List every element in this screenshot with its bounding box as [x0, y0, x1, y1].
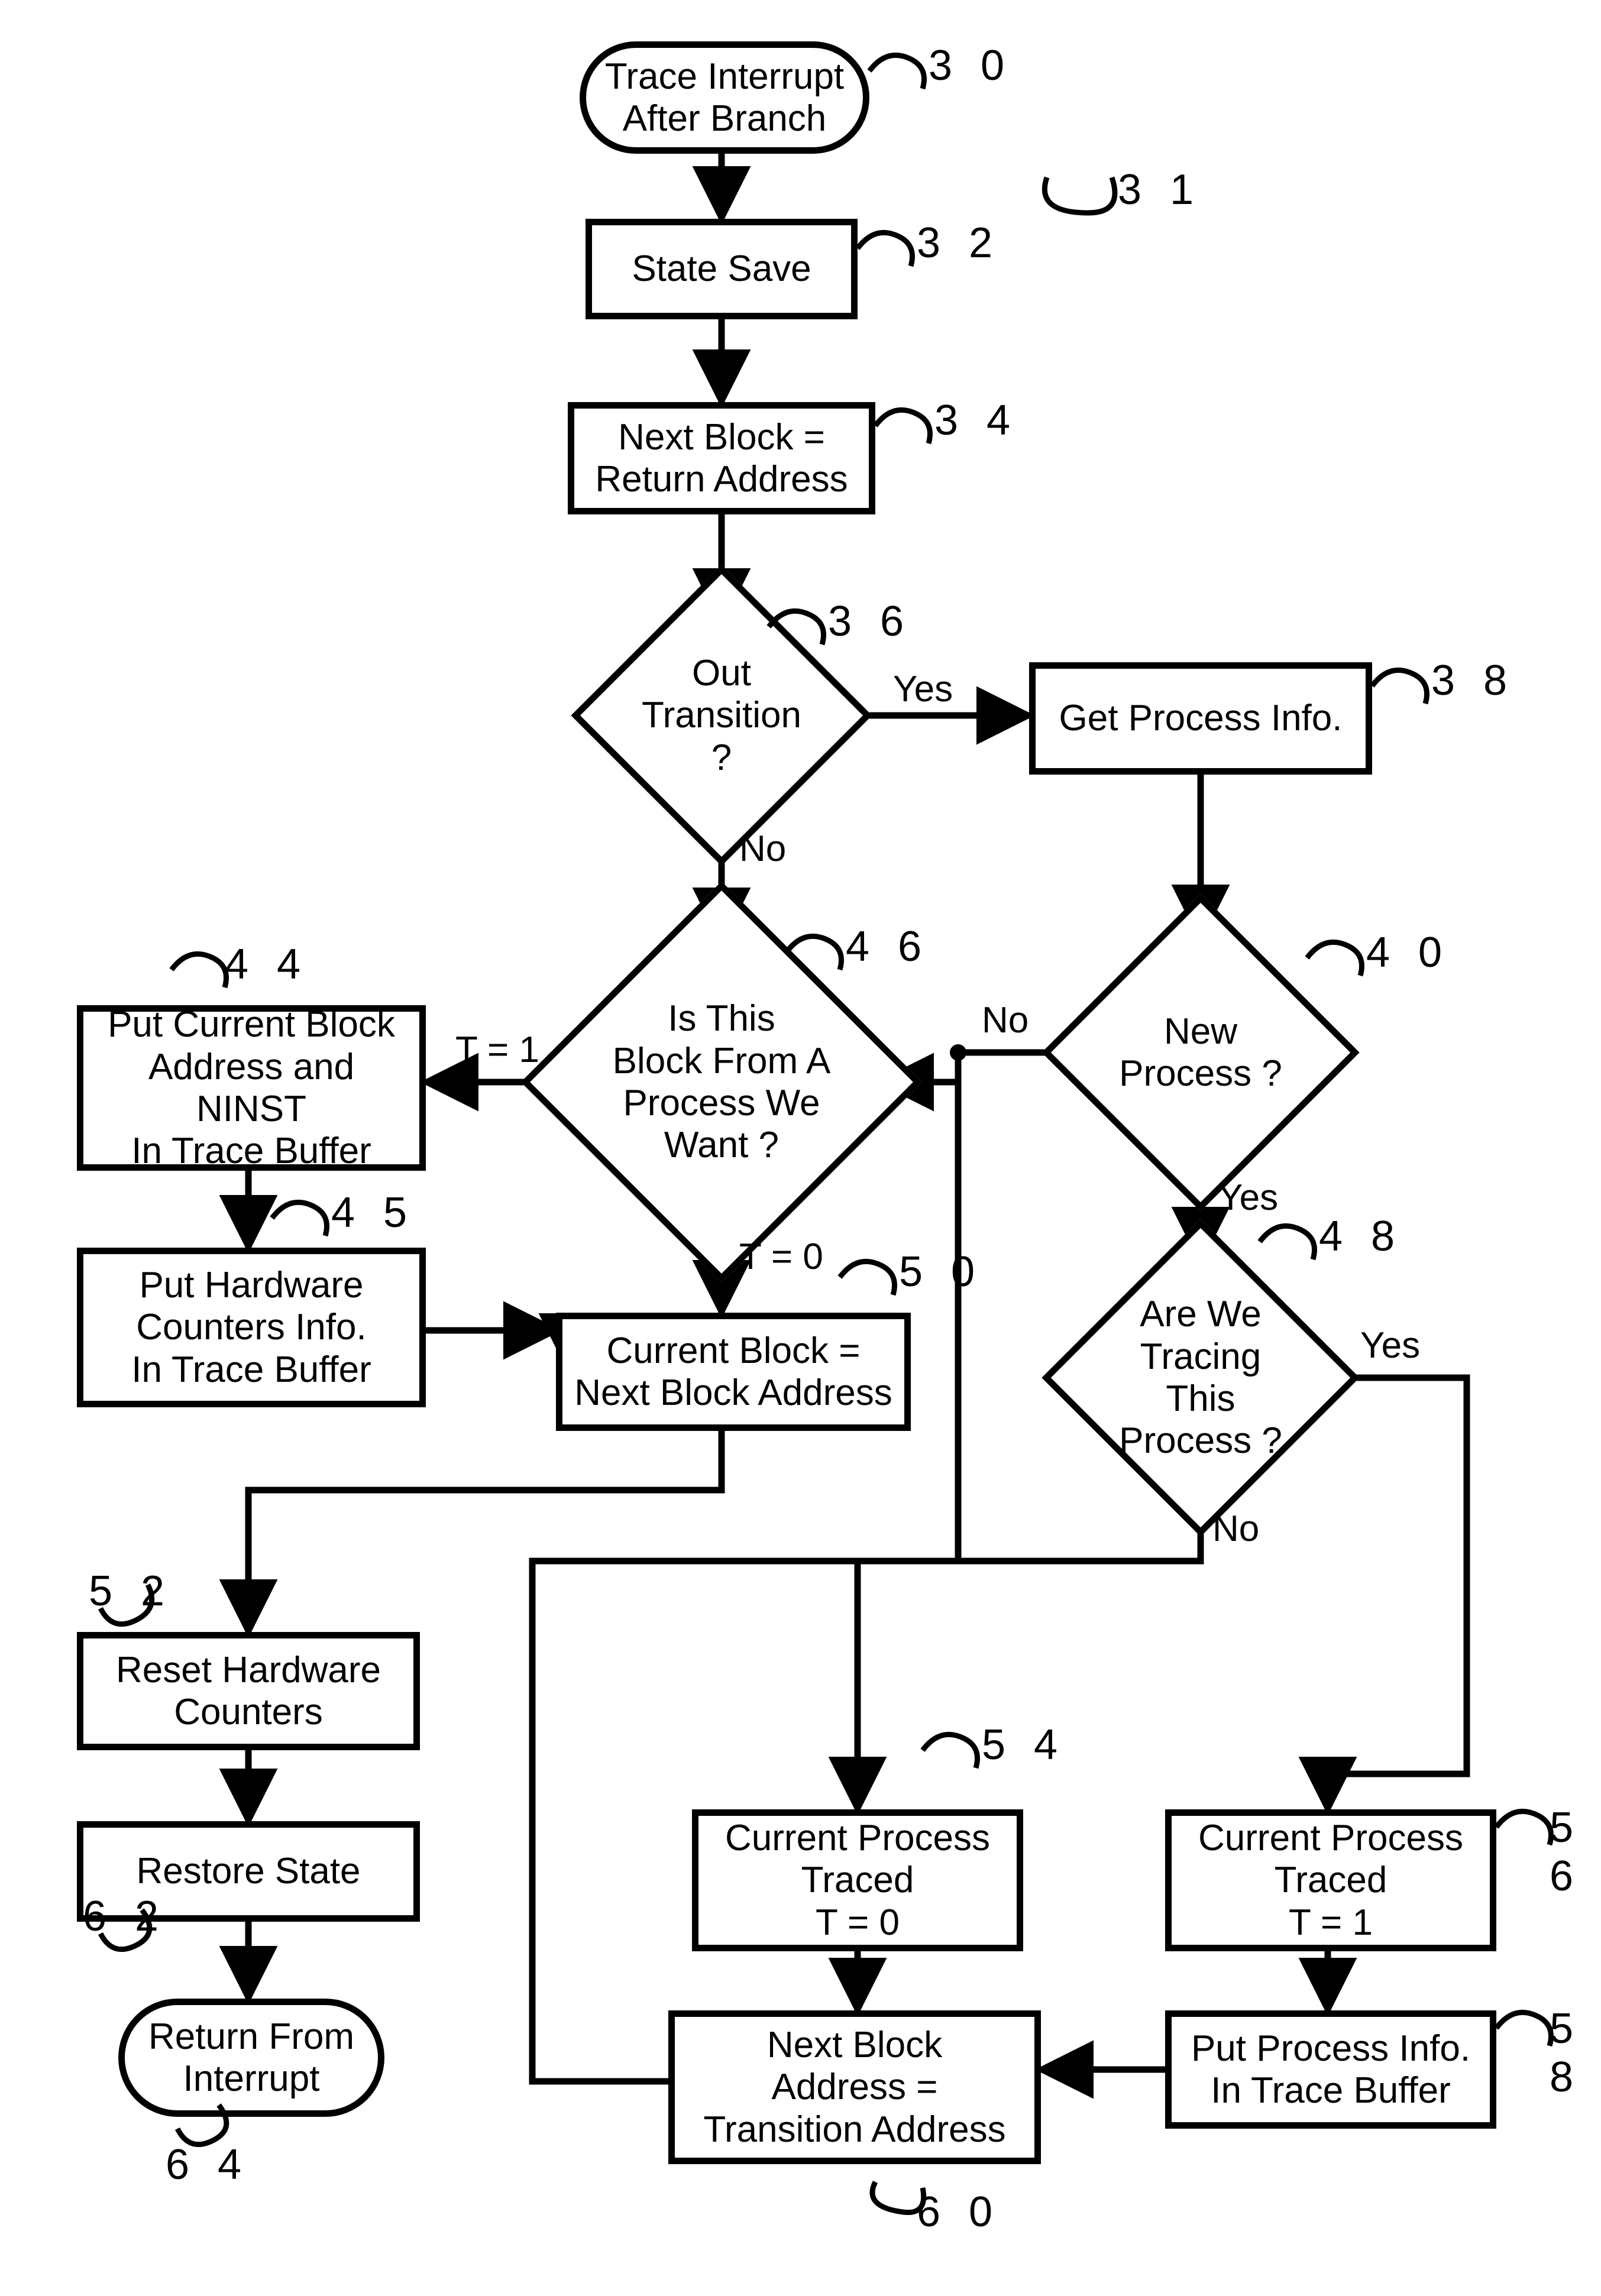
ref-40: 4 0 — [1366, 928, 1450, 977]
ref-31: 3 1 — [1118, 166, 1202, 214]
ref-44: 4 4 — [225, 940, 309, 989]
ref-62: 6 2 — [83, 1892, 167, 1941]
ref-48: 4 8 — [1319, 1212, 1403, 1261]
ref-64: 6 4 — [166, 2140, 250, 2189]
ref-50: 5 0 — [899, 1248, 983, 1296]
ref-36: 3 6 — [828, 597, 912, 646]
ref-32: 3 2 — [917, 219, 1001, 267]
ref-56: 5 6 — [1550, 1803, 1601, 1900]
ref-45: 4 5 — [331, 1189, 415, 1237]
ref-hooks — [0, 0, 1601, 2296]
ref-30: 3 0 — [929, 41, 1013, 90]
ref-60: 6 0 — [917, 2188, 1001, 2236]
ref-46: 4 6 — [846, 922, 930, 971]
ref-38: 3 8 — [1431, 656, 1515, 705]
ref-58: 5 8 — [1550, 2004, 1601, 2101]
ref-34: 3 4 — [934, 396, 1018, 445]
flowchart-canvas: Trace InterruptAfter Branch State Save N… — [0, 0, 1601, 2296]
ref-54: 5 4 — [982, 1721, 1066, 1769]
ref-52: 5 2 — [89, 1567, 173, 1615]
